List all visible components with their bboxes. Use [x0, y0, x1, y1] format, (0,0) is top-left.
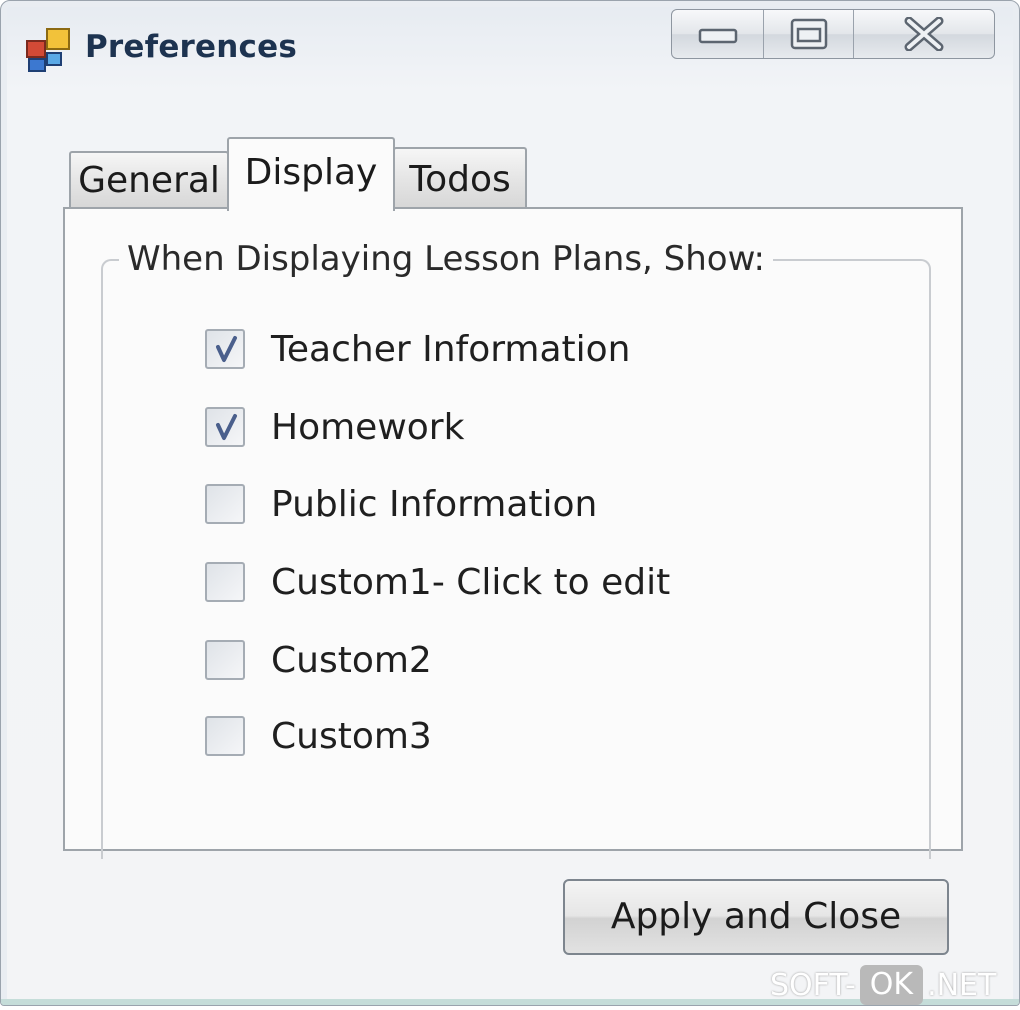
option-label: Homework	[271, 406, 465, 448]
option-label: Custom2	[271, 639, 432, 681]
close-button[interactable]	[854, 10, 994, 58]
option-label: Custom3	[271, 715, 432, 757]
check-mark-icon	[216, 414, 237, 440]
maximize-button[interactable]	[764, 10, 854, 58]
watermark-prefix: SOFT-	[770, 967, 856, 1003]
option-label: Public Information	[271, 483, 598, 525]
title-bar[interactable]: Preferences	[1, 1, 1019, 101]
close-icon	[904, 17, 944, 51]
minimize-button[interactable]	[672, 10, 764, 58]
option-custom2[interactable]: Custom2	[205, 638, 432, 682]
apply-and-close-button[interactable]: Apply and Close	[563, 879, 949, 955]
checkbox-custom1[interactable]	[205, 562, 245, 602]
watermark-badge: OK	[859, 965, 924, 1005]
tab-todos[interactable]: Todos	[393, 147, 527, 209]
check-mark-icon	[216, 336, 237, 362]
preferences-window: Preferences General Display Todos When D…	[0, 0, 1020, 1006]
window-title: Preferences	[85, 29, 297, 65]
checkbox-teacher-information[interactable]	[205, 329, 245, 369]
option-label: Custom1- Click to edit	[271, 561, 671, 603]
option-custom3[interactable]: Custom3	[205, 714, 432, 758]
option-label: Teacher Information	[271, 328, 631, 370]
option-homework[interactable]: Homework	[205, 405, 464, 449]
groupbox-legend: When Displaying Lesson Plans, Show:	[119, 239, 773, 279]
checkbox-custom2[interactable]	[205, 640, 245, 680]
checkbox-homework[interactable]	[205, 407, 245, 447]
option-public-information[interactable]: Public Information	[205, 482, 597, 526]
minimize-icon	[698, 28, 737, 44]
option-teacher-information[interactable]: Teacher Information	[205, 327, 630, 371]
caption-buttons	[671, 9, 995, 59]
app-window-icon	[25, 27, 73, 73]
watermark: SOFT- OK .NET	[770, 962, 996, 1008]
option-custom1[interactable]: Custom1- Click to edit	[205, 560, 670, 604]
maximize-icon	[790, 18, 827, 50]
watermark-suffix: .NET	[927, 967, 997, 1003]
tab-display[interactable]: Display	[227, 137, 395, 211]
checkbox-custom3[interactable]	[205, 716, 245, 756]
checkbox-public-information[interactable]	[205, 484, 245, 524]
tab-general[interactable]: General	[69, 151, 229, 209]
